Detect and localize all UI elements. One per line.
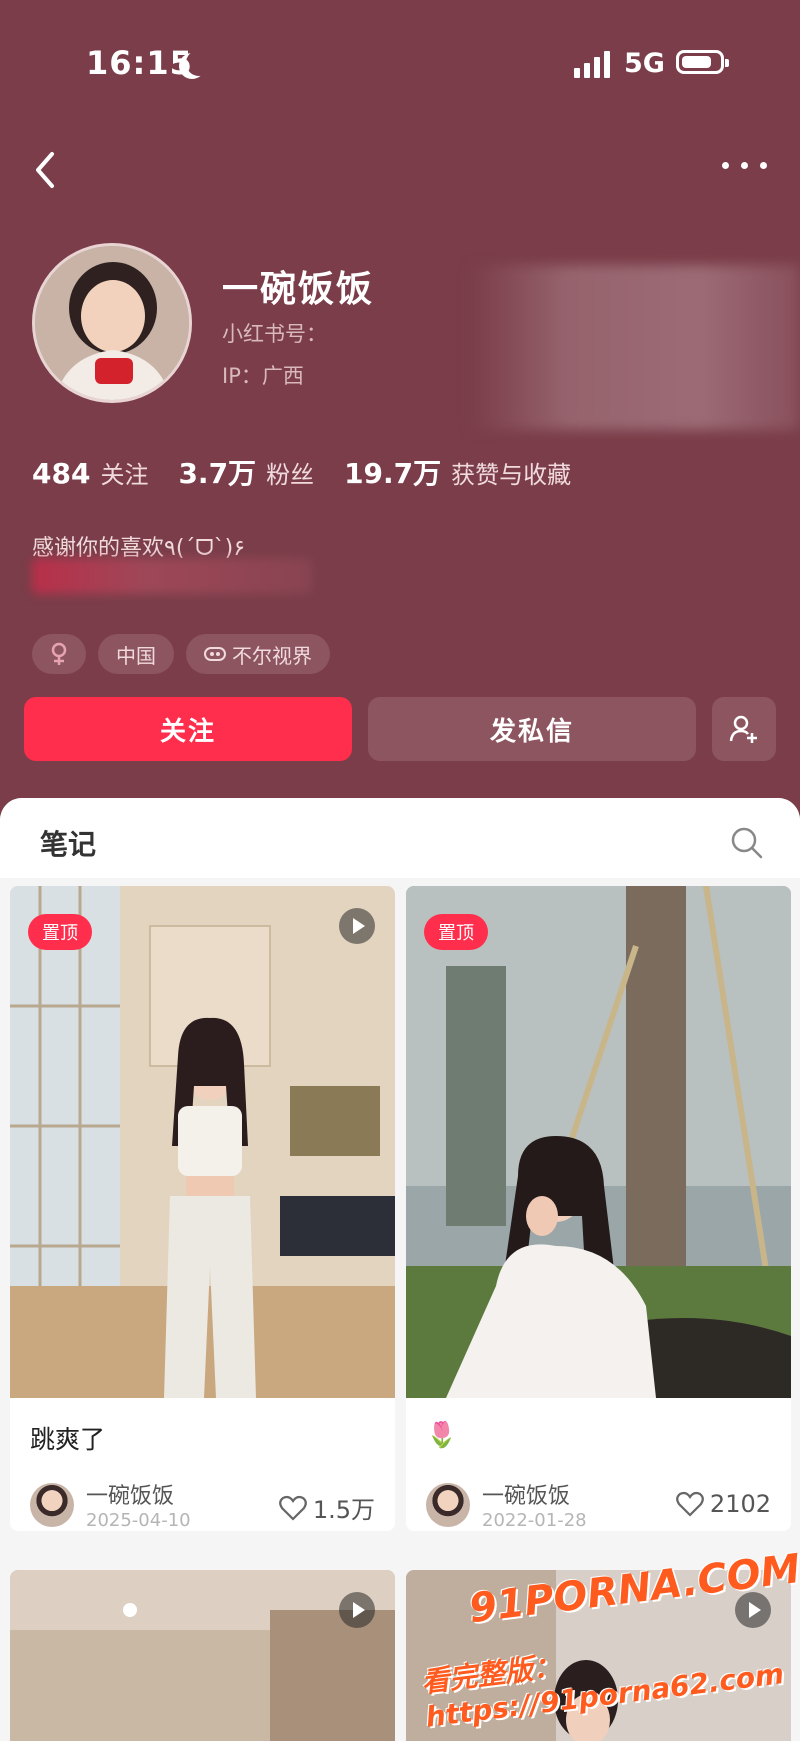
- pinned-badge: 置顶: [424, 914, 488, 950]
- battery-icon: [676, 50, 729, 74]
- ip-location: IP：广西: [222, 364, 304, 388]
- profile-name: 一碗饭饭: [222, 269, 375, 310]
- like-count[interactable]: 2102: [676, 1490, 771, 1518]
- note-title: 跳爽了: [30, 1425, 106, 1454]
- notes-header: [0, 798, 800, 878]
- author-avatar: [30, 1482, 74, 1527]
- author-avatar: [426, 1482, 470, 1527]
- note-card[interactable]: [10, 1570, 395, 1741]
- like-count[interactable]: 1.5万: [278, 1490, 375, 1525]
- message-button[interactable]: 发私信: [368, 697, 696, 761]
- vision-icon: [204, 647, 226, 661]
- red-id: 小红书号：: [222, 322, 327, 346]
- tag-country: 中国: [98, 634, 174, 674]
- moon-icon: [186, 50, 212, 76]
- back-arrow-icon[interactable]: [26, 148, 66, 192]
- note-title: 🌷: [426, 1420, 458, 1449]
- blurred-bio: [32, 558, 312, 594]
- stat-following[interactable]: 484 关注: [32, 455, 148, 490]
- note-author[interactable]: 一碗饭饭 2025-04-10: [30, 1478, 191, 1531]
- note-cover-image: [406, 886, 791, 1398]
- profile-tags: 中国 不尔视界: [32, 634, 330, 674]
- note-date: 2025-04-10: [86, 1510, 191, 1531]
- add-friend-button[interactable]: [712, 697, 776, 761]
- note-cover-image: [10, 886, 395, 1398]
- avatar[interactable]: [32, 243, 192, 403]
- female-icon: [51, 642, 67, 665]
- note-cover-image: [10, 1570, 395, 1741]
- stat-likes[interactable]: 19.7万 获赞与收藏: [344, 452, 571, 492]
- pinned-badge: 置顶: [28, 914, 92, 950]
- tag-gender: [32, 634, 86, 674]
- note-author[interactable]: 一碗饭饭 2022-01-28: [426, 1478, 587, 1531]
- note-date: 2022-01-28: [482, 1510, 587, 1531]
- network-label: 5G: [624, 48, 665, 79]
- search-icon[interactable]: [730, 826, 764, 860]
- video-play-icon: [339, 1592, 375, 1628]
- status-time: 16:15: [86, 44, 193, 82]
- profile-stats: 484 关注 3.7万 粉丝 19.7万 获赞与收藏: [32, 452, 571, 492]
- author-name: 一碗饭饭: [86, 1484, 175, 1509]
- heart-icon: [278, 1495, 307, 1521]
- stat-followers[interactable]: 3.7万 粉丝: [178, 452, 314, 492]
- tab-notes[interactable]: 笔记: [40, 823, 96, 863]
- blurred-area: [470, 265, 800, 430]
- tag-vision: 不尔视界: [186, 634, 330, 674]
- note-card[interactable]: 置顶 🌷 一碗饭饭 2022-01-28 2102: [406, 886, 791, 1531]
- follow-button[interactable]: 关注: [24, 697, 352, 761]
- author-name: 一碗饭饭: [482, 1484, 571, 1509]
- heart-icon: [676, 1491, 704, 1517]
- add-user-icon: [729, 715, 757, 743]
- more-options-icon[interactable]: [722, 160, 770, 172]
- video-play-icon: [339, 908, 375, 944]
- note-card[interactable]: 置顶 跳爽了 一碗饭饭 2025-04-10 1.5万: [10, 886, 395, 1531]
- signal-icon: [574, 50, 614, 78]
